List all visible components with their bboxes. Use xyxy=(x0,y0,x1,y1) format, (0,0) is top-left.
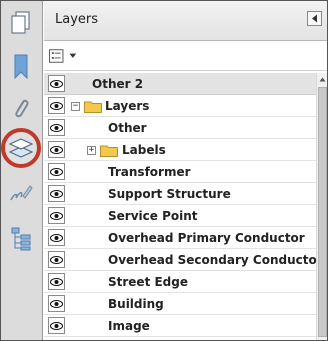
eye-icon[interactable] xyxy=(48,141,65,158)
vertical-scrollbar[interactable] xyxy=(316,73,327,340)
expand-toggle[interactable]: + xyxy=(87,146,96,155)
eye-icon[interactable] xyxy=(48,185,65,202)
layer-row-root[interactable]: − Layers xyxy=(44,95,327,117)
layers-list: Other 2 − Layers Other + Labels Transfor… xyxy=(44,73,327,337)
layer-row[interactable]: Transformer xyxy=(44,161,327,183)
layers-window: Layers Other 2 − Layers Other + Labels T… xyxy=(0,0,328,341)
panel-title: Layers xyxy=(55,12,99,27)
layer-label: Image xyxy=(108,319,150,333)
options-icon xyxy=(49,49,64,63)
chevron-up-icon xyxy=(319,77,326,81)
layer-row-header[interactable]: Other 2 xyxy=(44,73,327,95)
pages-icon[interactable] xyxy=(5,7,37,39)
layer-row[interactable]: Image xyxy=(44,315,327,337)
layer-label: Layers xyxy=(105,99,150,113)
eye-icon[interactable] xyxy=(48,273,65,290)
layer-row[interactable]: Building xyxy=(44,293,327,315)
collapse-panel-button[interactable] xyxy=(307,11,322,26)
eye-icon[interactable] xyxy=(48,229,65,246)
options-menu-button[interactable] xyxy=(49,48,77,64)
layer-row[interactable]: Street Edge xyxy=(44,271,327,293)
layer-row[interactable]: Support Structure xyxy=(44,183,327,205)
model-tree-icon[interactable] xyxy=(5,223,37,255)
chevron-down-icon xyxy=(69,53,77,58)
navigation-rail xyxy=(1,1,43,340)
chevron-left-icon xyxy=(311,14,317,23)
layer-row[interactable]: + Labels xyxy=(44,139,327,161)
layer-label: Labels xyxy=(122,143,166,157)
eye-icon[interactable] xyxy=(48,163,65,180)
layer-row[interactable]: Overhead Primary Conductor xyxy=(44,227,327,249)
attachment-icon[interactable] xyxy=(5,92,37,124)
layer-label: Other xyxy=(108,121,147,135)
folder-icon xyxy=(100,145,118,157)
eye-icon[interactable] xyxy=(48,75,65,92)
signatures-icon[interactable] xyxy=(5,177,37,209)
layer-row[interactable]: Other xyxy=(44,117,327,139)
eye-icon[interactable] xyxy=(48,119,65,136)
eye-icon[interactable] xyxy=(48,295,65,312)
eye-icon[interactable] xyxy=(48,97,65,114)
layer-label: Street Edge xyxy=(108,275,189,289)
panel-header: Layers xyxy=(44,1,327,41)
panel-toolbar xyxy=(44,41,327,71)
layer-row[interactable]: Service Point xyxy=(44,205,327,227)
layers-icon[interactable] xyxy=(5,132,37,164)
layer-label: Other 2 xyxy=(92,77,144,91)
layer-row[interactable]: Overhead Secondary Conductor xyxy=(44,249,327,271)
scroll-thumb[interactable] xyxy=(318,87,327,337)
layer-label: Building xyxy=(108,297,164,311)
scroll-up-button[interactable] xyxy=(317,73,327,85)
folder-icon xyxy=(84,101,102,113)
layer-label: Overhead Secondary Conductor xyxy=(108,253,323,267)
eye-icon[interactable] xyxy=(48,207,65,224)
bookmark-icon[interactable] xyxy=(5,51,37,83)
layer-label: Transformer xyxy=(108,165,191,179)
collapse-toggle[interactable]: − xyxy=(71,102,80,111)
layer-label: Overhead Primary Conductor xyxy=(108,231,305,245)
layer-label: Support Structure xyxy=(108,187,231,201)
layers-panel: Layers Other 2 − Layers Other + Labels T… xyxy=(44,1,327,340)
layer-label: Service Point xyxy=(108,209,198,223)
eye-icon[interactable] xyxy=(48,251,65,268)
eye-icon[interactable] xyxy=(48,317,65,334)
